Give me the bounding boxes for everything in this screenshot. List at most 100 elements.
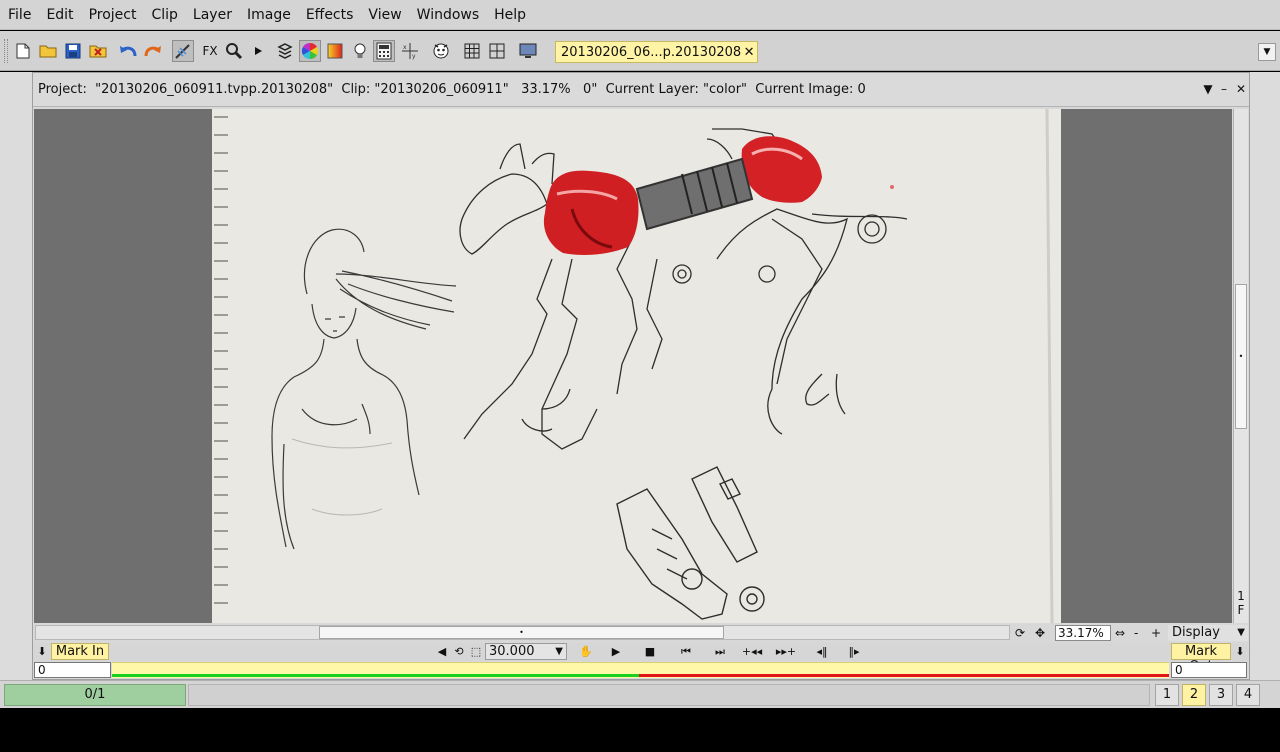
fps-value: 30.000 [489, 644, 535, 659]
menu-help[interactable]: Help [488, 0, 532, 30]
frame-indicator: 1 F [1237, 589, 1245, 617]
menu-windows[interactable]: Windows [411, 0, 486, 30]
go-to-end-icon[interactable]: ⏭ [709, 644, 731, 660]
stop-icon[interactable]: ■ [641, 644, 659, 660]
fps-select[interactable]: 30.000 ▼ [485, 643, 567, 660]
grid-icon[interactable] [461, 40, 483, 62]
undo-icon[interactable] [117, 40, 139, 62]
character-icon[interactable] [430, 40, 452, 62]
lightbulb-icon[interactable] [349, 40, 371, 62]
zoom-out-button[interactable]: - [1134, 625, 1138, 641]
svg-text:y: y [412, 53, 416, 60]
document-tab-label: 20130206_06...p.20130208 [561, 44, 742, 60]
toolbar: FX xy 20130206_06...p.20130208 ✕ ▼ [0, 31, 1280, 71]
page-button-3[interactable]: 3 [1209, 684, 1233, 706]
chevron-down-icon[interactable]: ▼ [1258, 43, 1276, 61]
menu-layer[interactable]: Layer [187, 0, 238, 30]
mark-in-field[interactable]: 0 [34, 662, 111, 678]
screen-bottom [0, 708, 1280, 752]
layers-icon[interactable] [274, 40, 296, 62]
loop-icon[interactable]: ⟲ [452, 644, 466, 660]
layout-icon[interactable] [486, 40, 508, 62]
timeline-progress-green [112, 674, 639, 677]
horizontal-scroll-thumb[interactable]: • [319, 626, 724, 639]
vertical-scroll-thumb[interactable]: • [1235, 284, 1247, 429]
play-triangle-icon[interactable] [247, 40, 269, 62]
close-icon[interactable]: ✕ [1234, 81, 1248, 97]
display-select-label: Display [1172, 625, 1220, 640]
menu-project[interactable]: Project [83, 0, 143, 30]
page-button-4[interactable]: 4 [1236, 684, 1260, 706]
previous-frame-icon[interactable]: +◂◂ [737, 644, 767, 660]
xy-panel-icon[interactable]: xy [399, 40, 421, 62]
play-icon[interactable]: ▶ [607, 644, 625, 660]
menu-view[interactable]: View [362, 0, 407, 30]
status-area [188, 684, 1150, 706]
open-folder-icon[interactable] [37, 40, 59, 62]
menu-image[interactable]: Image [241, 0, 297, 30]
go-to-start-icon[interactable]: ⏮ [675, 644, 697, 660]
view-controls-row: • ⟳ ✥ 33.17% ⇔ - + Display ▼ [33, 625, 1249, 643]
timeline-row: 0 0 [33, 662, 1249, 679]
project-info-text: Project: "20130206_060911.tvpp.20130208"… [38, 82, 866, 97]
vertical-scrollbar[interactable]: • [1233, 109, 1248, 623]
minimize-icon[interactable]: – [1217, 81, 1231, 97]
transport-bar: ⬇ Mark In ◀ ⟲ ⬚ 30.000 ▼ ✋ ▶ ■ ⏮ ⏭ +◂◂ ▸… [33, 643, 1249, 674]
rotate-view-icon[interactable]: ⟳ [1015, 625, 1025, 641]
mark-out-field[interactable]: 0 [1171, 662, 1247, 678]
zoom-icon[interactable] [223, 40, 245, 62]
brush-tool-icon[interactable] [172, 40, 194, 62]
woman-sketch [271, 228, 457, 550]
frame-selection-icon[interactable]: ⬚ [469, 644, 483, 660]
timeline-progress-red [639, 674, 1169, 677]
calculator-icon[interactable] [373, 40, 395, 62]
menu-file[interactable]: File [2, 0, 37, 30]
sound-icon[interactable]: ◀ [435, 644, 449, 660]
save-icon[interactable] [62, 40, 84, 62]
next-frame-icon[interactable]: ▸▸+ [771, 644, 801, 660]
hand-tool-icon[interactable]: ✋ [573, 644, 599, 660]
center-view-icon[interactable]: ✥ [1035, 625, 1045, 641]
page-button-1[interactable]: 1 [1155, 684, 1179, 706]
robot-coil [635, 157, 754, 231]
arrow-down-icon[interactable]: ⬇ [1233, 644, 1247, 660]
arrow-down-icon[interactable]: ⬇ [35, 644, 49, 660]
monitor-icon[interactable] [517, 40, 539, 62]
menu-bar: File Edit Project Clip Layer Image Effec… [0, 0, 1280, 30]
chevron-down-icon: ▼ [555, 646, 563, 657]
zoom-slider-icon[interactable]: ⇔ [1115, 625, 1125, 641]
effects-icon[interactable]: FX [199, 40, 221, 62]
toolbar-grip[interactable] [4, 39, 8, 63]
display-select[interactable]: Display ▼ [1168, 625, 1248, 641]
svg-text:x: x [403, 44, 407, 51]
gradient-icon[interactable] [324, 40, 346, 62]
page-button-2[interactable]: 2 [1182, 684, 1206, 706]
panel-menu-icon[interactable]: ▼ [1201, 81, 1215, 97]
close-icon[interactable]: ✕ [741, 45, 757, 60]
document-tab[interactable]: 20130206_06...p.20130208 ✕ [555, 41, 758, 63]
menu-edit[interactable]: Edit [40, 0, 79, 30]
spiral-binding [214, 116, 228, 604]
right-dock [1250, 72, 1280, 680]
menu-clip[interactable]: Clip [145, 0, 183, 30]
horizontal-scrollbar[interactable]: • [35, 625, 1010, 640]
mark-out-button[interactable]: Mark Out [1171, 643, 1231, 674]
mark-in-button[interactable]: Mark In [51, 643, 109, 660]
redo-icon[interactable] [142, 40, 164, 62]
new-file-icon[interactable] [12, 40, 34, 62]
menu-effects[interactable]: Effects [300, 0, 360, 30]
project-info-bar: Project: "20130206_060911.tvpp.20130208"… [33, 73, 1249, 107]
close-project-icon[interactable] [87, 40, 109, 62]
zoom-field[interactable]: 33.17% [1055, 625, 1111, 641]
robot-leg-sketch [616, 466, 765, 620]
step-back-icon[interactable]: ◂‖ [813, 644, 831, 660]
frame-counter: 0/1 [4, 684, 186, 706]
timeline-track[interactable] [112, 662, 1169, 678]
sketch-paper [212, 109, 1061, 623]
sketch-artwork [214, 109, 1054, 623]
step-forward-icon[interactable]: ‖▸ [845, 644, 863, 660]
color-wheel-icon[interactable] [299, 40, 321, 62]
zoom-in-button[interactable]: + [1151, 625, 1161, 641]
canvas-viewport[interactable] [34, 109, 1232, 623]
status-bar: 0/1 1 2 3 4 [0, 680, 1280, 708]
